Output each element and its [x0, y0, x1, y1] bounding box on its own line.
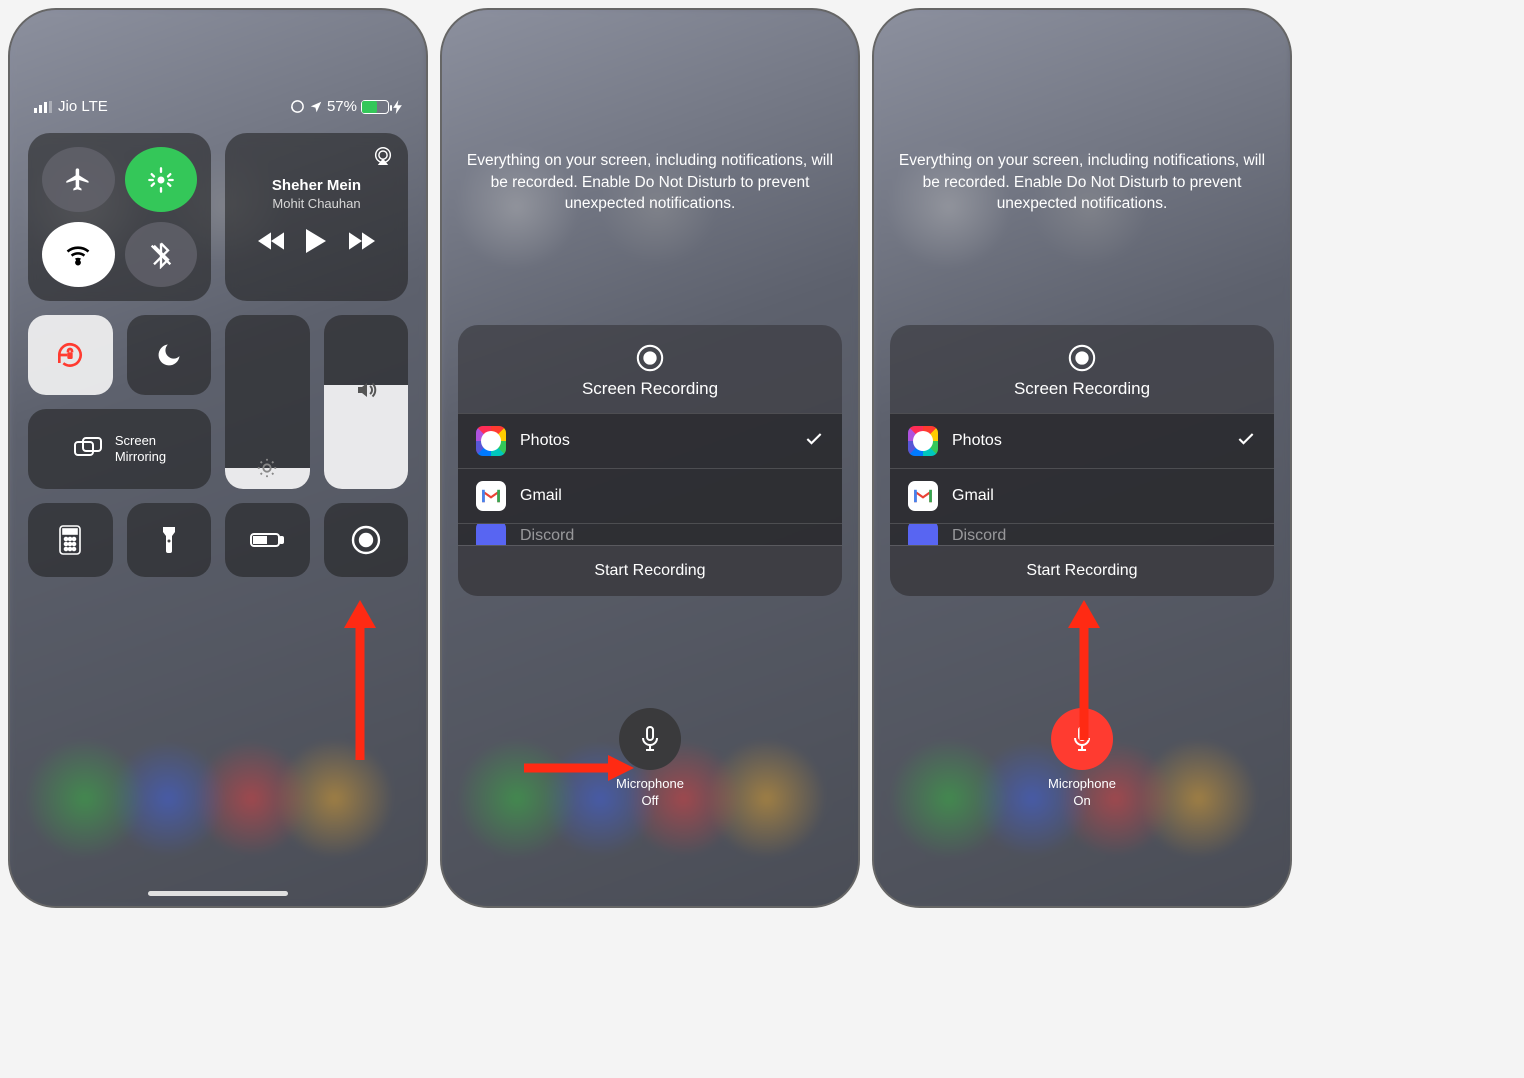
volume-icon	[354, 378, 378, 402]
recording-app-row-photos[interactable]: Photos	[890, 413, 1274, 468]
annotation-arrow-1	[340, 600, 380, 760]
start-recording-button[interactable]: Start Recording	[890, 545, 1274, 596]
recording-app-row-partial[interactable]: Discord	[458, 523, 842, 545]
previous-track-button[interactable]	[258, 231, 284, 256]
record-icon	[635, 343, 665, 373]
media-artist: Mohit Chauhan	[239, 196, 394, 211]
recording-app-row-gmail[interactable]: Gmail	[890, 468, 1274, 523]
checkmark-icon	[804, 429, 824, 454]
brightness-icon	[256, 457, 278, 479]
discord-app-icon	[476, 523, 506, 545]
discord-app-icon	[908, 523, 938, 545]
media-tile[interactable]: Sheher Mein Mohit Chauhan	[225, 133, 408, 301]
recording-description: Everything on your screen, including not…	[874, 10, 1290, 215]
annotation-arrow-3	[1064, 600, 1104, 740]
flashlight-icon	[160, 525, 178, 555]
screen-recording-card: Screen Recording Photos Gmail Discord	[890, 325, 1274, 596]
phone-screen-2: Everything on your screen, including not…	[440, 8, 860, 908]
recording-app-list: Photos Gmail Discord	[458, 413, 842, 545]
screen-mirroring-button[interactable]: Screen Mirroring	[28, 409, 211, 489]
microphone-label: Microphone On	[1048, 776, 1116, 810]
wifi-icon	[64, 241, 92, 269]
recording-app-row-photos[interactable]: Photos	[458, 413, 842, 468]
rotation-lock-icon	[54, 339, 86, 371]
recording-app-row-gmail[interactable]: Gmail	[458, 468, 842, 523]
carrier-label: Jio LTE	[58, 98, 108, 115]
record-icon	[1067, 343, 1097, 373]
media-title: Sheher Mein	[239, 177, 394, 194]
recording-title: Screen Recording	[582, 379, 718, 399]
mirroring-icon	[73, 436, 103, 462]
battery-icon	[250, 531, 284, 549]
home-indicator[interactable]	[148, 891, 288, 896]
airplay-icon[interactable]	[372, 145, 394, 172]
orientation-lock-toggle[interactable]	[28, 315, 113, 395]
status-bar: Jio LTE 57%	[28, 28, 408, 133]
bluetooth-off-icon	[147, 241, 175, 269]
volume-slider[interactable]	[324, 315, 409, 489]
mirroring-label: Screen Mirroring	[115, 433, 166, 464]
recording-app-row-partial[interactable]: Discord	[890, 523, 1274, 545]
phone-screen-3: Everything on your screen, including not…	[872, 8, 1292, 908]
play-icon	[305, 229, 327, 253]
next-track-button[interactable]	[349, 231, 375, 256]
photos-app-icon	[476, 426, 506, 456]
flashlight-button[interactable]	[127, 503, 212, 577]
play-button[interactable]	[305, 229, 327, 258]
connectivity-tile	[28, 133, 211, 301]
start-recording-button[interactable]: Start Recording	[458, 545, 842, 596]
annotation-arrow-2	[524, 753, 634, 783]
battery-icon	[361, 100, 389, 114]
airplane-mode-toggle[interactable]	[42, 147, 115, 212]
recording-description: Everything on your screen, including not…	[442, 10, 858, 215]
do-not-disturb-toggle[interactable]	[127, 315, 212, 395]
brightness-slider[interactable]	[225, 315, 310, 489]
bluetooth-toggle[interactable]	[125, 222, 198, 287]
recording-title: Screen Recording	[1014, 379, 1150, 399]
airplane-icon	[64, 166, 92, 194]
moon-icon	[155, 341, 183, 369]
calculator-icon	[58, 525, 82, 555]
cellular-icon	[147, 166, 175, 194]
charging-icon	[393, 100, 402, 114]
record-icon	[350, 524, 382, 556]
photos-app-icon	[908, 426, 938, 456]
cellular-toggle[interactable]	[125, 147, 198, 212]
gmail-app-icon	[476, 481, 506, 511]
location-icon	[309, 100, 323, 114]
rewind-icon	[258, 231, 284, 251]
screen-recording-card: Screen Recording Photos Gmail Discord	[458, 325, 842, 596]
fast-forward-icon	[349, 231, 375, 251]
screen-recording-button[interactable]	[324, 503, 409, 577]
portrait-lock-status-icon	[290, 99, 305, 114]
signal-icon	[34, 101, 52, 113]
gmail-app-icon	[908, 481, 938, 511]
calculator-button[interactable]	[28, 503, 113, 577]
wifi-toggle[interactable]	[42, 222, 115, 287]
checkmark-icon	[1236, 429, 1256, 454]
battery-percent: 57%	[327, 98, 357, 115]
low-power-mode-button[interactable]	[225, 503, 310, 577]
phone-screen-1: Jio LTE 57%	[8, 8, 428, 908]
recording-app-list: Photos Gmail Discord	[890, 413, 1274, 545]
microphone-icon	[638, 725, 662, 753]
